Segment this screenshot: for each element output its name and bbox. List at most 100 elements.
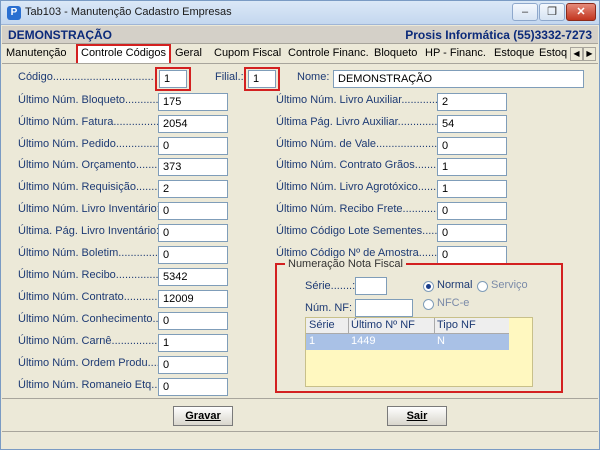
field-label: Último Núm. Ordem Produ....: [18, 357, 163, 369]
app-logo-icon: P [7, 6, 21, 20]
company-name: DEMONSTRAÇÃO [8, 28, 112, 42]
field-label: Último Núm. Carnê...............: [18, 335, 161, 347]
cell-tipo-nf: N [437, 335, 445, 347]
codigo-field[interactable]: 1 [159, 70, 187, 88]
field-label: Último Núm. de Vale.....................… [276, 138, 456, 150]
tab-hp-financ[interactable]: HP - Financ. [422, 46, 489, 63]
radio-nfce-label: NFC-e [437, 297, 470, 309]
window-title: Tab103 - Manutenção Cadastro Empresas [25, 6, 232, 18]
field-label: Último Núm. Conhecimento..: [18, 313, 162, 325]
field-label: Último Núm. Contrato Grãos...........: [276, 159, 452, 171]
field-label: Última Pág. Livro Auxiliar..............… [276, 116, 447, 128]
ultimo-pedido-field[interactable]: 0 [158, 137, 228, 155]
field-label: Último Núm. Romaneio Etq..: [18, 379, 161, 391]
grid-col-tipo-nf[interactable]: Tipo NF [437, 319, 476, 331]
ultima-pag-inventario-field[interactable]: 0 [158, 224, 228, 242]
ultimo-vale-field[interactable]: 0 [437, 137, 507, 155]
title-bar[interactable]: P Tab103 - Manutenção Cadastro Empresas … [1, 1, 599, 25]
tab-manutencao[interactable]: Manutenção [3, 46, 70, 63]
field-label: Último Núm. Recibo Frete...............: [276, 203, 452, 215]
radio-nfce[interactable] [423, 299, 434, 310]
grid-col-divider [434, 318, 435, 334]
num-nf-input[interactable] [355, 299, 413, 317]
sair-button[interactable]: Sair [387, 406, 447, 426]
numeracao-nota-fiscal-group: Numeração Nota Fiscal Série.......: Núm.… [275, 258, 563, 393]
field-label: Último Núm. Livro Agrotóxico..........: [276, 181, 452, 193]
ultimo-orcamento-field[interactable]: 373 [158, 158, 228, 176]
field-label: Último Núm. Livro Auxiliar..............… [276, 94, 448, 106]
ultimo-livro-auxiliar-field[interactable]: 2 [437, 93, 507, 111]
field-label: Último Núm. Orçamento.........: [18, 159, 167, 171]
nome-field[interactable]: DEMONSTRAÇÃO [333, 70, 584, 88]
grid-col-divider [348, 318, 349, 334]
ultima-pag-livro-auxiliar-field[interactable]: 54 [437, 115, 507, 133]
nota-fiscal-group-title: Numeração Nota Fiscal [285, 258, 406, 270]
radio-normal-label: Normal [437, 279, 473, 291]
controle-codigos-panel: Código..................................… [11, 64, 591, 398]
ultimo-fatura-field[interactable]: 2054 [158, 115, 228, 133]
status-bar [2, 431, 598, 449]
radio-servico[interactable] [477, 281, 488, 292]
field-label: Último Núm. Bloqueto...........: [18, 94, 162, 106]
tab-scroll-right-icon[interactable]: ▶ [583, 47, 596, 61]
gravar-button[interactable]: Gravar [173, 406, 233, 426]
ultimo-livro-inventario-field[interactable]: 0 [158, 202, 228, 220]
serie-input[interactable] [355, 277, 387, 295]
restore-button[interactable]: ❐ [539, 3, 565, 21]
ultimo-contrato-field[interactable]: 12009 [158, 290, 228, 308]
field-label: Último Núm. Fatura.................: [18, 116, 169, 128]
tab-estoq[interactable]: Estoq [536, 46, 568, 63]
ultimo-carne-field[interactable]: 1 [158, 334, 228, 352]
tab-estoque[interactable]: Estoque [491, 46, 537, 63]
cell-serie: 1 [309, 335, 316, 347]
tab-controle-codigos[interactable]: Controle Códigos [76, 44, 171, 63]
grid-col-ultimo-nf[interactable]: Último Nº NF [351, 319, 415, 331]
ultimo-romaneio-field[interactable]: 0 [158, 378, 228, 396]
nota-fiscal-grid: Série Último Nº NF Tipo NF 1 1449 N [305, 317, 533, 387]
field-label: Último Núm. Recibo..............: [18, 269, 162, 281]
ultimo-lote-sementes-field[interactable]: 0 [437, 224, 507, 242]
company-header: DEMONSTRAÇÃO Prosis Informática (55)3332… [2, 26, 598, 44]
cell-ultimo-nf: 1449 [351, 335, 376, 347]
grid-col-serie[interactable]: Série [309, 319, 335, 331]
serie-label: Série.......: [305, 280, 356, 292]
minimize-button[interactable]: – [512, 3, 538, 21]
tab-scroll: ◀ ▶ [570, 47, 596, 61]
ultimo-ordem-producao-field[interactable]: 0 [158, 356, 228, 374]
ultimo-contrato-graos-field[interactable]: 1 [437, 158, 507, 176]
radio-servico-label: Serviço [491, 279, 528, 291]
filial-label: Filial.: [215, 71, 244, 83]
nome-label: Nome: [297, 71, 330, 83]
field-label: Último Núm. Requisição........: [18, 181, 164, 193]
tab-bar: Manutenção Controle Códigos Geral Cupom … [2, 44, 598, 64]
codigo-label: Código..................................… [18, 71, 154, 83]
tab-cupom-fiscal[interactable]: Cupom Fiscal [211, 46, 284, 63]
grid-header: Série Último Nº NF Tipo NF [306, 318, 509, 334]
tab-controle-financ[interactable]: Controle Financ. [285, 46, 372, 63]
tab-geral[interactable]: Geral [172, 46, 205, 63]
footer-bar: Gravar Sair [2, 398, 598, 430]
ultimo-requisicao-field[interactable]: 2 [158, 180, 228, 198]
ultimo-boletim-field[interactable]: 0 [158, 246, 228, 264]
filial-field[interactable]: 1 [248, 70, 276, 88]
radio-normal[interactable] [423, 281, 434, 292]
table-row[interactable]: 1 1449 N [306, 334, 509, 350]
field-label: Último Núm. Boletim..............: [18, 247, 165, 259]
ultimo-livro-agrotoxico-field[interactable]: 1 [437, 180, 507, 198]
field-label: Último Núm. Contrato............: [18, 291, 164, 303]
ultimo-recibo-frete-field[interactable]: 0 [437, 202, 507, 220]
ultimo-recibo-field[interactable]: 5342 [158, 268, 228, 286]
field-label: Último Código Lote Sementes.......: [276, 225, 447, 237]
ultimo-bloqueto-field[interactable]: 175 [158, 93, 228, 111]
field-label: Último Núm. Livro Inventário: [18, 203, 160, 215]
field-label: Última. Pág. Livro Inventário: [18, 225, 160, 237]
tab-bloqueto[interactable]: Bloqueto [371, 46, 420, 63]
num-nf-label: Núm. NF: [305, 302, 353, 314]
tab-scroll-left-icon[interactable]: ◀ [570, 47, 583, 61]
close-button[interactable]: ✕ [566, 3, 596, 21]
ultimo-conhecimento-field[interactable]: 0 [158, 312, 228, 330]
main-window: P Tab103 - Manutenção Cadastro Empresas … [0, 0, 600, 450]
ultimo-n-amostra-field[interactable]: 0 [437, 246, 507, 264]
field-label: Último Núm. Pedido.................: [18, 138, 171, 150]
vendor-info: Prosis Informática (55)3332-7273 [405, 28, 592, 42]
